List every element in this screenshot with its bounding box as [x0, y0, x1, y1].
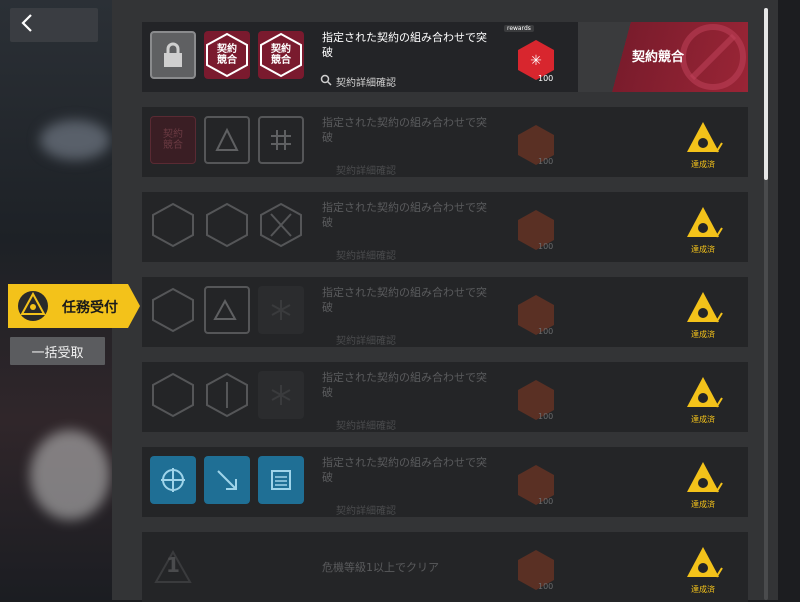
svg-text:✳: ✳	[530, 53, 542, 69]
completed-emblem-icon	[687, 462, 723, 493]
completed-label: 達成済	[691, 330, 715, 339]
demon-head-icon[interactable]	[150, 371, 196, 419]
contract-detail-link[interactable]: 契約詳細確認	[320, 74, 396, 89]
completed-emblem-icon	[687, 377, 723, 408]
reward-count: 100	[538, 327, 554, 336]
dragon-icon[interactable]	[204, 201, 250, 249]
contract-detail-label: 契約詳細確認	[336, 506, 396, 517]
contract-detail-link[interactable]: 契約詳細確認	[320, 332, 396, 347]
winged-sword-icon[interactable]	[204, 371, 250, 419]
mission-row[interactable]: 指定された契約の組み合わせで突破 契約詳細確認 100 達成済	[142, 277, 748, 347]
reward-count: 100	[538, 157, 554, 166]
document-icon[interactable]	[258, 456, 304, 504]
lock-icon[interactable]	[150, 31, 196, 79]
contract-detail-label: 契約詳細確認	[336, 78, 396, 89]
mission-row[interactable]: 1 危機等級1以上でクリア 100 達成済	[142, 532, 748, 602]
mission-title: 危機等級1以上でクリア	[322, 561, 439, 574]
crossed-swords-icon[interactable]	[258, 201, 304, 249]
completed-label: 達成済	[691, 245, 715, 254]
mission-title: 指定された契約の組み合わせで突破	[322, 286, 487, 314]
completed-badge: 達成済	[678, 374, 728, 428]
completed-badge: 達成済	[678, 119, 728, 173]
contract-detail-link[interactable]: 契約詳細確認	[320, 247, 396, 262]
snowflake-icon[interactable]	[258, 286, 304, 334]
dragon-icon[interactable]	[150, 286, 196, 334]
reward-count: 100	[538, 412, 554, 421]
scrollbar[interactable]	[764, 8, 768, 600]
scroll-thumb[interactable]	[764, 8, 768, 180]
search-icon	[320, 74, 332, 89]
mission-title: 指定された契約の組み合わせで突破	[322, 201, 487, 229]
completed-badge: 達成済	[678, 289, 728, 343]
contract-conflict-icon[interactable]: 契約競合	[258, 31, 304, 79]
background-blur	[40, 120, 110, 160]
bulk-receive-button[interactable]: 一括受取	[10, 337, 105, 365]
contract-detail-label: 契約詳細確認	[336, 336, 396, 347]
target-icon[interactable]	[150, 456, 196, 504]
completed-emblem-icon	[687, 292, 723, 323]
mission-title: 指定された契約の組み合わせで突破	[322, 456, 487, 484]
completed-label: 達成済	[691, 160, 715, 169]
back-button[interactable]	[10, 8, 98, 42]
volcano-icon[interactable]	[204, 116, 250, 164]
completed-emblem-icon	[687, 122, 723, 153]
completed-badge: 達成済	[678, 544, 728, 598]
risk-level-number: 1	[166, 553, 180, 577]
completed-emblem-icon	[687, 547, 723, 578]
contract-detail-link[interactable]: 契約詳細確認	[320, 502, 396, 517]
completed-label: 達成済	[691, 500, 715, 509]
mission-row[interactable]: 契約競合 指定された契約の組み合わせで突破 契約詳細確認 100 達成済	[142, 107, 748, 177]
contract-conflict-status: 契約競合	[632, 50, 685, 65]
mission-title: 指定された契約の組み合わせで突破	[322, 116, 487, 144]
completed-badge: 達成済	[678, 204, 728, 258]
contract-conflict-text: 契約競合	[271, 44, 291, 66]
reward-count: 100	[538, 497, 554, 506]
contract-conflict-text: 契約競合	[217, 44, 237, 66]
contract-conflict-icon[interactable]: 契約競合	[150, 116, 196, 164]
mission-title: 指定された契約の組み合わせで突破	[322, 31, 487, 59]
mission-title: 指定された契約の組み合わせで突破	[322, 371, 487, 399]
contract-detail-label: 契約詳細確認	[336, 421, 396, 432]
reward-count: 100	[538, 582, 554, 591]
chevron-left-icon	[20, 13, 34, 37]
completed-label: 達成済	[691, 415, 715, 424]
background-blur	[30, 430, 110, 520]
right-edge	[778, 0, 800, 600]
contract-conflict-text: 契約競合	[163, 129, 183, 151]
arrow-down-right-icon[interactable]	[204, 456, 250, 504]
contract-detail-label: 契約詳細確認	[336, 166, 396, 177]
triangle-c-icon[interactable]	[204, 286, 250, 334]
mission-row[interactable]: 指定された契約の組み合わせで突破 契約詳細確認 100 達成済	[142, 447, 748, 517]
mission-emblem-icon	[12, 288, 54, 328]
contract-detail-link[interactable]: 契約詳細確認	[320, 417, 396, 432]
contract-detail-label: 契約詳細確認	[336, 251, 396, 262]
rewards-tag: rewards	[504, 25, 534, 32]
completed-label: 達成済	[691, 585, 715, 594]
reward-count: 100	[538, 74, 554, 83]
mission-row[interactable]: 指定された契約の組み合わせで突破 契約詳細確認 100 達成済	[142, 192, 748, 262]
completed-emblem-icon	[687, 207, 723, 238]
completed-badge: 達成済	[678, 459, 728, 513]
mission-row[interactable]: 契約競合 契約競合 指定された契約の組み合わせで突破 契約詳細確認 reward…	[142, 22, 748, 92]
reward-count: 100	[538, 242, 554, 251]
contract-conflict-icon[interactable]: 契約競合	[204, 31, 250, 79]
contract-detail-link[interactable]: 契約詳細確認	[320, 162, 396, 177]
demon-head-icon[interactable]	[150, 201, 196, 249]
accept-tab-label: 任務受付	[62, 300, 118, 316]
risk-level-icon[interactable]: 1	[150, 541, 196, 589]
mission-row[interactable]: 指定された契約の組み合わせで突破 契約詳細確認 100 達成済	[142, 362, 748, 432]
grid-icon[interactable]	[258, 116, 304, 164]
snowflake-icon[interactable]	[258, 371, 304, 419]
tab-mission-accept[interactable]: 任務受付	[8, 284, 140, 328]
